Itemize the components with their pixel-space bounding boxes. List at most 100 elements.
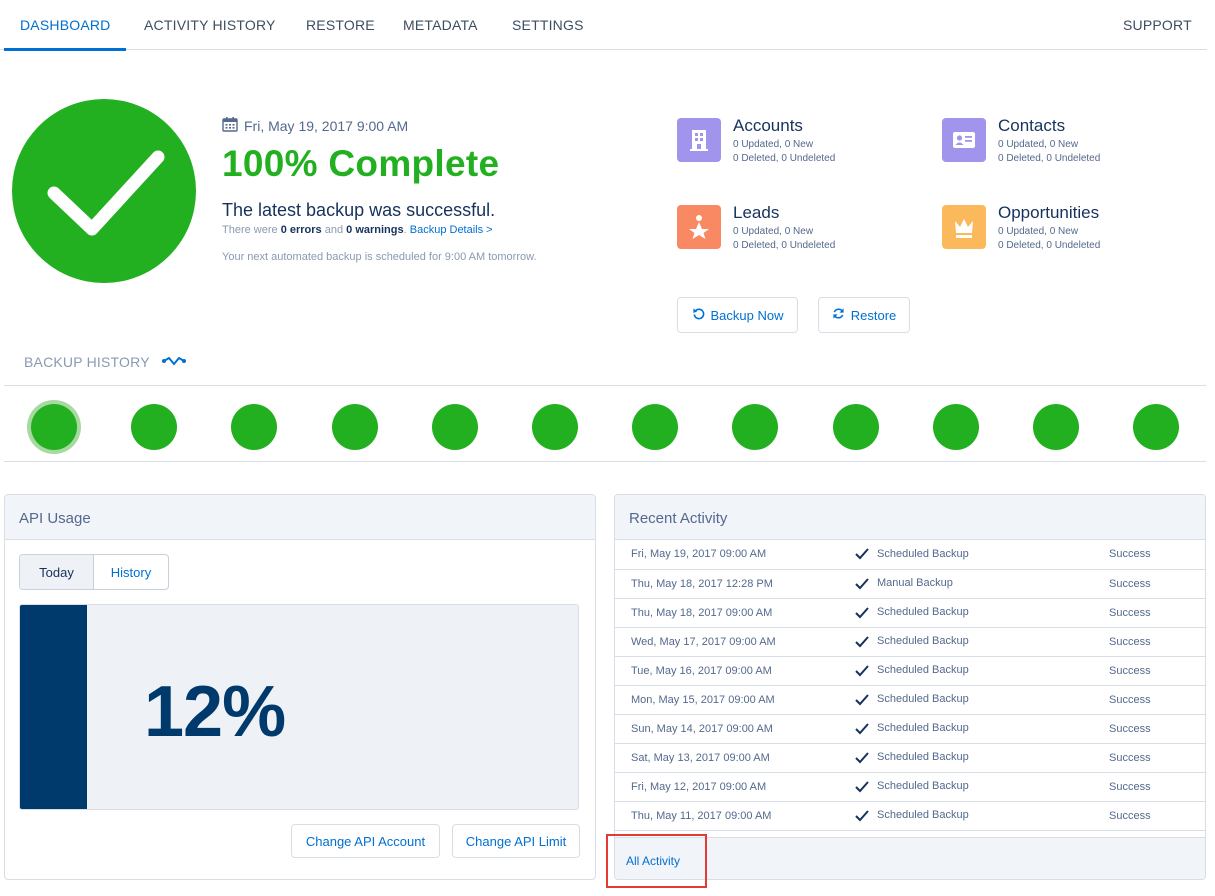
tab-activity-history[interactable]: ACTIVITY HISTORY — [144, 0, 276, 50]
backup-history-dot[interactable] — [31, 404, 77, 450]
activity-date: Sun, May 14, 2017 09:00 AM — [631, 722, 773, 735]
top-nav: DASHBOARD ACTIVITY HISTORY RESTORE METAD… — [0, 0, 1207, 51]
backup-history-dot[interactable] — [1133, 404, 1180, 450]
backup-history-dot[interactable] — [1033, 404, 1079, 450]
warning-count: 0 warnings — [346, 224, 404, 236]
detail-prefix: There were — [222, 224, 281, 236]
tab-restore[interactable]: RESTORE — [306, 0, 375, 50]
activity-status: Success — [1109, 751, 1151, 764]
activity-type: Scheduled Backup — [841, 743, 1109, 772]
activity-date: Fri, May 19, 2017 09:00 AM — [631, 548, 767, 561]
check-icon — [841, 548, 877, 560]
activity-type-label: Scheduled Backup — [877, 635, 969, 648]
backup-history-dot[interactable] — [431, 404, 478, 450]
backup-history-dot[interactable] — [532, 404, 578, 450]
api-usage-tabs: Today History — [19, 554, 169, 590]
activity-date: Fri, May 12, 2017 09:00 AM — [631, 780, 767, 793]
backup-now-label: Backup Now — [710, 307, 784, 323]
backup-history-dot[interactable] — [832, 404, 879, 450]
crown-icon — [942, 205, 986, 249]
backup-history-label: BACKUP HISTORY — [24, 354, 150, 370]
object-stats-deleted: 0 Deleted, 0 Undeleted — [998, 240, 1101, 251]
check-icon — [841, 606, 877, 619]
object-card-opportunities: Opportunities 0 Updated, 0 New 0 Deleted… — [942, 203, 1182, 255]
backup-now-button[interactable]: Backup Now — [677, 297, 798, 333]
success-check-icon — [12, 99, 196, 283]
check-icon — [841, 780, 877, 793]
backup-history-dot[interactable] — [231, 404, 278, 450]
check-icon — [841, 664, 877, 677]
activity-type-label: Scheduled Backup — [877, 693, 969, 706]
object-card-accounts: Accounts 0 Updated, 0 New 0 Deleted, 0 U… — [677, 116, 917, 168]
object-stats-deleted: 0 Deleted, 0 Undeleted — [998, 153, 1101, 164]
activity-type: Manual Backup — [841, 569, 1109, 598]
backup-history-dot[interactable] — [331, 404, 378, 450]
backup-history-dot[interactable] — [732, 404, 779, 450]
refresh-icon — [832, 307, 845, 323]
activity-type-label: Scheduled Backup — [877, 548, 969, 561]
activity-type-label: Scheduled Backup — [877, 751, 969, 764]
object-card-contacts: Contacts 0 Updated, 0 New 0 Deleted, 0 U… — [942, 116, 1182, 168]
tab-settings[interactable]: SETTINGS — [512, 0, 584, 50]
backup-date: Fri, May 19, 2017 9:00 AM — [222, 116, 408, 135]
change-api-limit-button[interactable]: Change API Limit — [452, 824, 580, 858]
activity-row[interactable]: Sat, May 13, 2017 09:00 AM Scheduled Back… — [615, 743, 1205, 772]
activity-type: Scheduled Backup — [841, 714, 1109, 743]
object-stats-deleted: 0 Deleted, 0 Undeleted — [733, 153, 836, 164]
backup-history-dot[interactable] — [131, 404, 178, 450]
tab-metadata[interactable]: METADATA — [403, 0, 478, 50]
activity-status: Success — [1109, 577, 1151, 590]
activity-type-label: Scheduled Backup — [877, 780, 969, 793]
activity-type-label: Scheduled Backup — [877, 664, 969, 677]
activity-row[interactable]: Mon, May 15, 2017 09:00 AM Scheduled Back… — [615, 685, 1205, 714]
api-usage-meter: 12% — [19, 604, 579, 810]
activity-status: Success — [1109, 780, 1151, 793]
status-title: 100% Complete — [222, 143, 500, 184]
tab-history[interactable]: History — [94, 555, 168, 589]
activity-status: Success — [1109, 693, 1151, 706]
activity-type: Scheduled Backup — [841, 540, 1109, 569]
activity-status: Success — [1109, 809, 1151, 822]
activity-row[interactable]: Fri, May 19, 2017 09:00 AM Scheduled Back… — [615, 540, 1205, 569]
activity-type: Scheduled Backup — [841, 656, 1109, 685]
next-backup-note: Your next automated backup is scheduled … — [222, 251, 537, 263]
undo-icon — [692, 307, 705, 323]
check-icon — [841, 809, 877, 822]
check-icon — [841, 693, 877, 706]
calendar-icon — [222, 116, 238, 135]
object-stats-updated: 0 Updated, 0 New — [998, 226, 1079, 237]
activity-row[interactable]: Wed, May 17, 2017 09:00 AM Scheduled Back… — [615, 627, 1205, 656]
activity-row[interactable]: Fri, May 12, 2017 09:00 AM Scheduled Back… — [615, 772, 1205, 801]
activity-status: Success — [1109, 722, 1151, 735]
tab-dashboard[interactable]: DASHBOARD — [3, 0, 128, 51]
activity-row[interactable]: Tue, May 16, 2017 09:00 AM Scheduled Back… — [615, 656, 1205, 685]
backup-history-dot[interactable] — [932, 404, 979, 450]
activity-type: Scheduled Backup — [841, 627, 1109, 656]
activity-row[interactable]: Thu, May 18, 2017 12:28 PM Manual Backup S… — [615, 569, 1205, 598]
all-activity-link[interactable]: All Activity — [606, 834, 707, 888]
restore-button[interactable]: Restore — [818, 297, 910, 333]
activity-type-label: Scheduled Backup — [877, 722, 969, 735]
activity-row[interactable]: Sun, May 14, 2017 09:00 AM Scheduled Back… — [615, 714, 1205, 743]
lead-star-icon — [677, 205, 721, 249]
check-icon — [841, 577, 877, 590]
object-name: Contacts — [998, 116, 1066, 135]
object-stats-deleted: 0 Deleted, 0 Undeleted — [733, 240, 836, 251]
building-icon — [677, 118, 721, 162]
activity-type: Scheduled Backup — [841, 598, 1109, 627]
trend-icon[interactable] — [161, 354, 186, 370]
support-link[interactable]: SUPPORT — [1123, 0, 1192, 50]
object-name: Leads — [733, 203, 780, 222]
object-name: Opportunities — [998, 203, 1100, 222]
activity-date: Mon, May 15, 2017 09:00 AM — [631, 693, 775, 706]
status-detail: There were 0 errors and 0 warnings. Back… — [222, 224, 493, 236]
backup-date-text: Fri, May 19, 2017 9:00 AM — [244, 117, 409, 134]
backup-history-dot[interactable] — [632, 404, 679, 450]
activity-row[interactable]: Thu, May 18, 2017 09:00 AM Scheduled Back… — [615, 598, 1205, 627]
backup-history-strip — [4, 385, 1206, 462]
change-api-account-button[interactable]: Change API Account — [291, 824, 440, 858]
tab-today[interactable]: Today — [20, 555, 94, 589]
activity-date: Tue, May 16, 2017 09:00 AM — [631, 664, 772, 677]
activity-row[interactable]: Thu, May 11, 2017 09:00 AM Scheduled Back… — [615, 801, 1205, 830]
backup-details-link[interactable]: Backup Details > — [410, 224, 493, 236]
